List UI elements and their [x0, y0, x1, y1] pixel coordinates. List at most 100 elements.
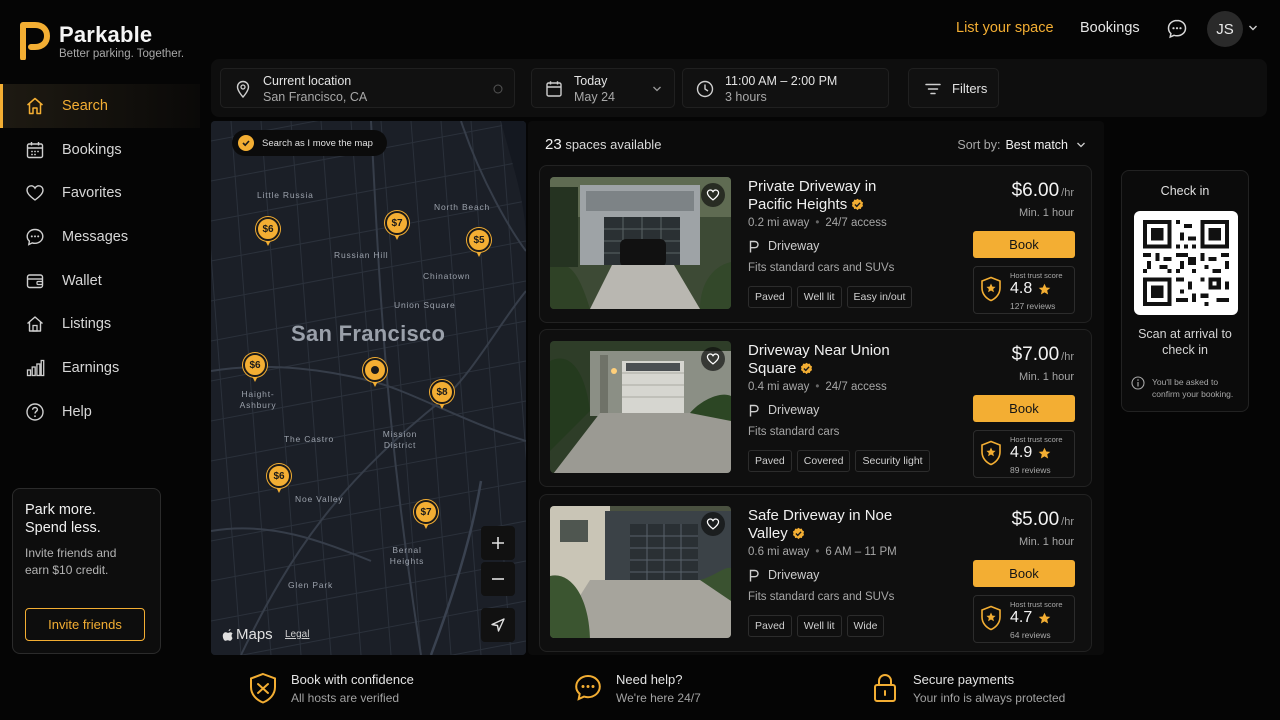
tag: Security light — [855, 450, 930, 472]
date-field[interactable]: Today May 24 — [531, 68, 675, 108]
listing-meta: 0.2 mi away • 24/7 access — [748, 217, 887, 229]
footer-secure: Secure payments Your info is always prot… — [870, 670, 1100, 710]
location-dot-icon — [371, 366, 379, 374]
price-pin[interactable]: $6 — [256, 217, 280, 247]
listing-min-duration: Min. 1 hour — [1018, 371, 1074, 383]
messages-button[interactable] — [1166, 18, 1188, 40]
map-label: Glen Park — [288, 580, 333, 590]
sidebar-item-listings[interactable]: Listings — [0, 302, 200, 346]
listing-meta: 0.4 mi away • 24/7 access — [748, 381, 887, 393]
filters-label: Filters — [952, 81, 988, 96]
map-label: Russian Hill — [334, 250, 389, 260]
favorite-button[interactable] — [701, 347, 725, 371]
listing-photo[interactable] — [550, 341, 731, 473]
book-button[interactable]: Book — [973, 395, 1075, 422]
favorite-button[interactable] — [701, 512, 725, 536]
chevron-down-icon[interactable] — [1248, 24, 1258, 32]
sidebar-item-search[interactable]: Search — [0, 84, 200, 128]
brand[interactable]: Parkable Better parking. Together. — [20, 20, 200, 64]
price-pin[interactable]: $7 — [414, 500, 438, 530]
invite-friends-button[interactable]: Invite friends — [25, 608, 145, 641]
locate-me-icon[interactable] — [493, 84, 503, 94]
filters-button[interactable]: Filters — [908, 68, 999, 108]
listing-card[interactable]: Driveway Near Union Square 0.4 mi away • 2… — [539, 329, 1092, 487]
qr-code[interactable] — [1134, 211, 1238, 315]
tag: Wide — [846, 615, 885, 637]
sidebar-item-label: Help — [62, 403, 92, 420]
price-pin[interactable]: $7 — [385, 211, 409, 241]
verified-badge-icon — [852, 198, 864, 210]
info-icon — [1131, 376, 1145, 390]
listing-card[interactable]: Private Driveway in Pacific Heights 0.2 … — [539, 165, 1092, 323]
book-button[interactable]: Book — [973, 231, 1075, 258]
apple-logo-icon — [222, 628, 233, 641]
listing-title[interactable]: Private Driveway in Pacific Heights — [748, 178, 898, 213]
review-count[interactable]: 89 reviews — [1010, 465, 1051, 475]
shield-star-icon — [981, 276, 1001, 302]
listing-min-duration: Min. 1 hour — [1018, 207, 1074, 219]
time-field[interactable]: 11:00 AM – 2:00 PM 3 hours — [682, 68, 889, 108]
map-label: Noe Valley — [295, 494, 344, 504]
star-icon — [1038, 283, 1051, 295]
home-icon — [24, 95, 46, 117]
user-avatar[interactable]: JS — [1207, 11, 1243, 47]
invite-promo-card: Park more. Spend less. Invite friends an… — [12, 488, 161, 654]
listing-meta: 0.6 mi away • 6 AM – 11 PM — [748, 546, 897, 558]
navigation-arrow-icon — [491, 618, 505, 632]
price-pin[interactable]: $6 — [267, 464, 291, 494]
listing-photo[interactable] — [550, 177, 731, 309]
sidebar-item-wallet[interactable]: Wallet — [0, 259, 200, 303]
promo-title: Park more. Spend less. — [25, 502, 101, 536]
sidebar-item-earnings[interactable]: Earnings — [0, 346, 200, 390]
list-your-space-link[interactable]: List your space — [956, 20, 1054, 38]
footer-help[interactable]: Need help? We're here 24/7 — [573, 670, 773, 710]
tag: Paved — [748, 615, 792, 637]
listing-price: $5.00/hr — [1011, 509, 1074, 530]
shield-star-icon — [981, 440, 1001, 466]
listing-fits: Fits standard cars — [748, 426, 840, 438]
listing-tags: Paved Covered Security light — [748, 450, 930, 472]
book-button[interactable]: Book — [973, 560, 1075, 587]
map-legal-link[interactable]: Legal — [285, 629, 309, 640]
zoom-in-button[interactable] — [481, 526, 515, 560]
sidebar-item-bookings[interactable]: Bookings — [0, 128, 200, 172]
sidebar-item-label: Listings — [62, 316, 112, 333]
heart-icon — [24, 182, 46, 204]
time-value: 3 hours — [725, 90, 767, 104]
search-as-map-moves-toggle[interactable]: Search as I move the map — [232, 130, 387, 156]
listing-photo[interactable] — [550, 506, 731, 638]
footer-title: Secure payments — [913, 672, 1015, 687]
price-pin[interactable]: $6 — [243, 353, 267, 383]
recenter-button[interactable] — [481, 608, 515, 642]
sidebar-item-favorites[interactable]: Favorites — [0, 171, 200, 215]
favorite-button[interactable] — [701, 183, 725, 207]
bookings-link[interactable]: Bookings — [1080, 20, 1140, 38]
sidebar-item-messages[interactable]: Messages — [0, 215, 200, 259]
current-location-pin[interactable] — [363, 358, 387, 388]
results-count: 23 spaces available — [545, 136, 662, 153]
price-pin[interactable]: $8 — [430, 380, 454, 410]
listing-card[interactable]: Safe Driveway in Noe Valley 0.6 mi away •… — [539, 494, 1092, 652]
results-panel: 23 spaces available Sort by: Best match — [528, 121, 1104, 655]
listing-fits: Fits standard cars and SUVs — [748, 262, 895, 274]
check-in-note: You'll be asked to confirm your booking. — [1131, 376, 1244, 400]
review-count[interactable]: 127 reviews — [1010, 301, 1055, 311]
review-count[interactable]: 64 reviews — [1010, 630, 1051, 640]
listing-title[interactable]: Safe Driveway in Noe Valley — [748, 507, 898, 542]
tag: Easy in/out — [846, 286, 913, 308]
listing-title[interactable]: Driveway Near Union Square — [748, 342, 898, 377]
listing-fits: Fits standard cars and SUVs — [748, 591, 895, 603]
filter-icon — [925, 83, 941, 95]
sort-dropdown[interactable]: Sort by: Best match — [957, 138, 1086, 152]
tag: Paved — [748, 450, 792, 472]
sidebar-item-help[interactable]: Help — [0, 390, 200, 434]
brand-tagline: Better parking. Together. — [59, 48, 185, 60]
map-view[interactable]: Search as I move the map Little Russia N… — [211, 121, 526, 655]
price-pin[interactable]: $5 — [467, 228, 491, 258]
zoom-out-button[interactable] — [481, 562, 515, 596]
sidebar-item-label: Search — [62, 97, 108, 114]
sort-value: Best match — [1005, 138, 1068, 152]
chat-bubble-icon — [575, 674, 601, 701]
heart-icon — [706, 189, 720, 201]
location-field[interactable]: Current location San Francisco, CA — [220, 68, 515, 108]
